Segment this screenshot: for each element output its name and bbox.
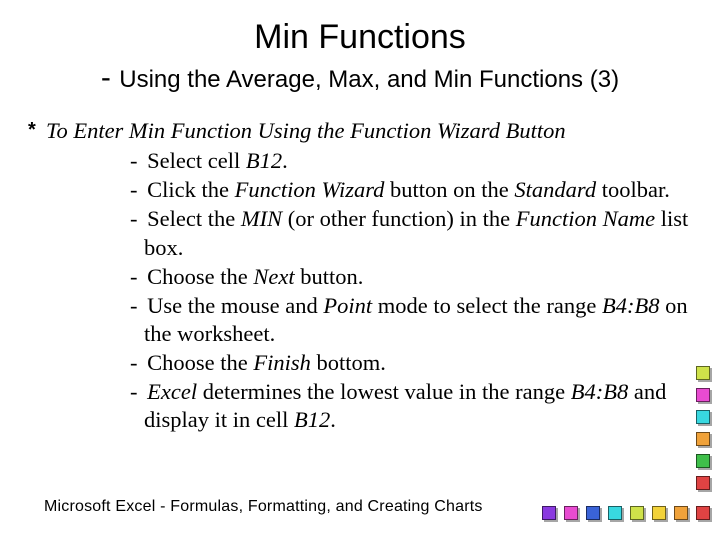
list-item: - Click the Function Wizard button on th… <box>68 176 692 204</box>
color-square-icon <box>696 432 710 446</box>
list-item: - Excel determines the lowest value in t… <box>68 378 692 434</box>
step-dash: - <box>130 350 147 375</box>
color-square-icon <box>542 506 556 520</box>
color-square-icon <box>696 454 710 468</box>
step-dash: - <box>130 264 147 289</box>
footer-text: Microsoft Excel - Formulas, Formatting, … <box>44 498 483 516</box>
list-item: - Select the MIN (or other function) in … <box>68 205 692 261</box>
list-item: - Use the mouse and Point mode to select… <box>68 292 692 348</box>
slide-subtitle: - Using the Average, Max, and Min Functi… <box>28 61 692 95</box>
color-square-icon <box>674 506 688 520</box>
color-square-icon <box>608 506 622 520</box>
subtitle-text: Using the Average, Max, and Min Function… <box>119 66 619 93</box>
step-dash: - <box>130 177 147 202</box>
step-dash: - <box>130 206 147 231</box>
bullet-heading: To Enter Min Function Using the Function… <box>46 117 566 145</box>
content-area: * To Enter Min Function Using the Functi… <box>28 117 692 434</box>
color-square-icon <box>696 388 710 402</box>
color-square-icon <box>652 506 666 520</box>
step-dash: - <box>130 148 147 173</box>
color-square-icon <box>696 410 710 424</box>
step-dash: - <box>130 293 147 318</box>
slide-title: Min Functions <box>28 18 692 57</box>
list-item: - Choose the Finish bottom. <box>68 349 692 377</box>
color-square-icon <box>696 366 710 380</box>
color-square-icon <box>696 506 710 520</box>
subtitle-dash: - <box>101 61 119 94</box>
slide: Min Functions - Using the Average, Max, … <box>0 0 720 540</box>
bullet-star: * <box>28 117 46 144</box>
steps-list: - Select cell B12. - Click the Function … <box>68 147 692 434</box>
step-dash: - <box>130 379 147 404</box>
color-square-icon <box>696 476 710 490</box>
decorative-squares-right <box>696 366 710 490</box>
bullet-heading-row: * To Enter Min Function Using the Functi… <box>28 117 692 145</box>
color-square-icon <box>586 506 600 520</box>
color-square-icon <box>630 506 644 520</box>
decorative-squares-bottom <box>542 506 710 520</box>
list-item: - Choose the Next button. <box>68 263 692 291</box>
color-square-icon <box>564 506 578 520</box>
title-block: Min Functions - Using the Average, Max, … <box>28 18 692 95</box>
list-item: - Select cell B12. <box>68 147 692 175</box>
